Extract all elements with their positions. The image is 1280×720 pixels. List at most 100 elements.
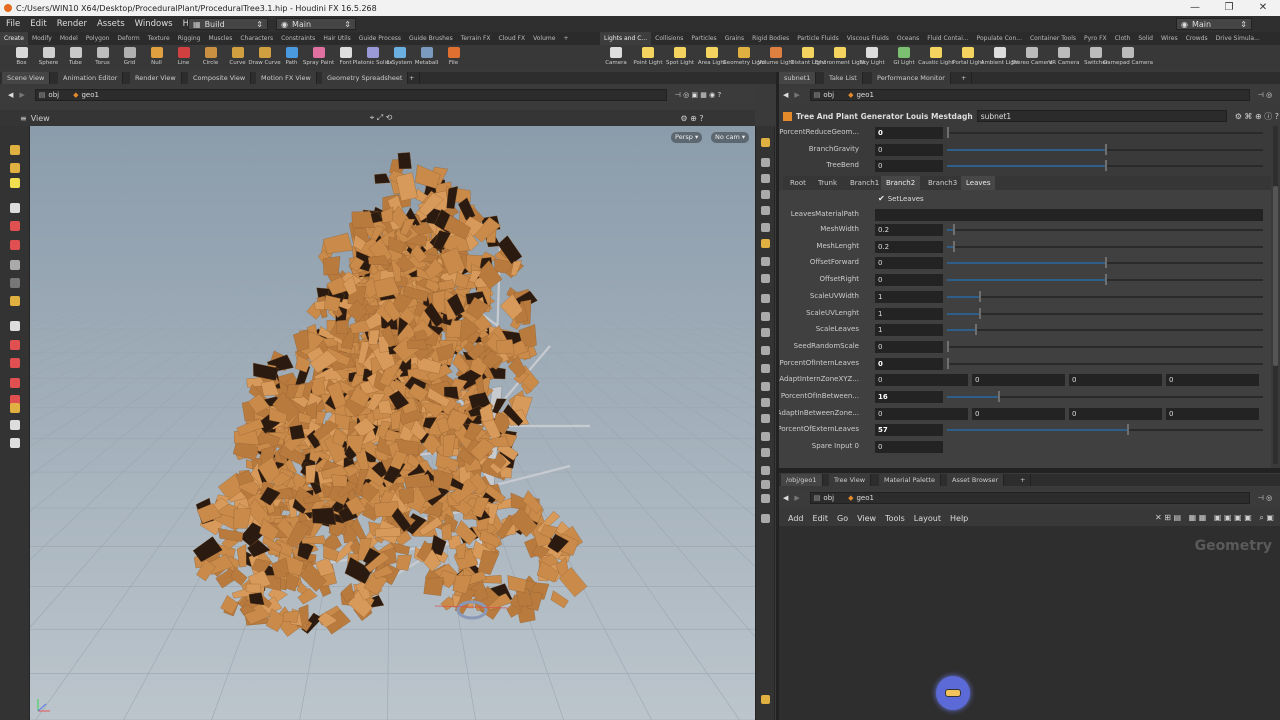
param-slider[interactable] bbox=[947, 160, 1263, 172]
slider-handle[interactable] bbox=[997, 391, 1000, 402]
tool-sphere[interactable]: Sphere bbox=[35, 45, 62, 66]
shelf-tab-grains[interactable]: Grains bbox=[721, 32, 748, 45]
net-menu-tools[interactable]: Tools bbox=[885, 514, 905, 523]
network-tools-icon[interactable]: ✕ ⊞ ▤ ▦ ▦ ▣ ▣ ▣ ▣ ⌕ ▣ bbox=[1155, 513, 1274, 523]
persp-dropdown[interactable]: Persp ▾ bbox=[671, 132, 703, 143]
tool-null[interactable]: Null bbox=[143, 45, 170, 66]
close-button[interactable]: ✕ bbox=[1246, 0, 1280, 16]
param-slider[interactable] bbox=[947, 357, 1263, 369]
tab-animation-editor[interactable]: Animation Editor bbox=[58, 72, 124, 84]
param-tab-root[interactable]: Root bbox=[785, 176, 811, 190]
shelf-tab-cloth[interactable]: Cloth bbox=[1111, 32, 1135, 45]
tab-obj-geo1[interactable]: /obj/geo1 bbox=[781, 474, 823, 486]
shelf-tab-cloud-fx[interactable]: Cloud FX bbox=[495, 32, 530, 45]
slider-handle[interactable] bbox=[1105, 143, 1107, 155]
param-value-field[interactable]: 0 bbox=[875, 257, 943, 270]
leaves-material-field[interactable] bbox=[875, 209, 1263, 221]
viewport-tool-16-icon[interactable] bbox=[10, 438, 20, 448]
param-slider[interactable] bbox=[947, 307, 1263, 319]
tab-asset-browser[interactable]: Asset Browser bbox=[947, 474, 1005, 486]
tool-geometry-light[interactable]: Geometry Light bbox=[723, 45, 765, 66]
shelf-tab-drive-simula[interactable]: Drive Simula... bbox=[1212, 32, 1264, 45]
display-option-4-icon[interactable] bbox=[761, 206, 770, 215]
slider-handle[interactable] bbox=[947, 340, 949, 352]
vector-field-1[interactable]: 0 bbox=[972, 374, 1065, 387]
slider-handle[interactable] bbox=[975, 324, 978, 336]
shelf-tab-guide-process[interactable]: Guide Process bbox=[355, 32, 405, 45]
net-menu-view[interactable]: View bbox=[857, 514, 876, 523]
shelf-tab-muscles[interactable]: Muscles bbox=[204, 32, 236, 45]
menu-file[interactable]: File bbox=[6, 19, 20, 29]
viewport-tool-5-icon[interactable] bbox=[10, 240, 20, 250]
path-obj-right[interactable]: obj bbox=[823, 91, 834, 99]
param-slider[interactable] bbox=[947, 324, 1263, 336]
viewport-tool-11-icon[interactable] bbox=[10, 358, 20, 368]
display-option-14-icon[interactable] bbox=[761, 382, 770, 391]
param-scrollbar[interactable] bbox=[1273, 126, 1278, 464]
display-option-16-icon[interactable] bbox=[761, 414, 770, 423]
param-value-field[interactable]: 0 bbox=[875, 143, 943, 156]
node-badge[interactable] bbox=[936, 676, 970, 710]
tool-grid[interactable]: Grid bbox=[116, 45, 143, 66]
shelf-tab-constraints[interactable]: Constraints bbox=[277, 32, 319, 45]
param-value-field[interactable]: 0 bbox=[875, 160, 943, 173]
display-option-5-icon[interactable] bbox=[761, 223, 770, 232]
tool-gamepad-camera[interactable]: Gamepad Camera bbox=[1103, 45, 1153, 66]
tab-motion-fx-view[interactable]: Motion FX View bbox=[256, 72, 317, 84]
param-value-field[interactable]: 0 bbox=[875, 340, 943, 353]
viewport-tool-0-icon[interactable] bbox=[10, 145, 20, 155]
shelf-tab-rigging[interactable]: Rigging bbox=[174, 32, 205, 45]
shelf-tab-wires[interactable]: Wires bbox=[1157, 32, 1182, 45]
viewport-tool-15-icon[interactable] bbox=[10, 420, 20, 430]
tool-spray-paint[interactable]: Spray Paint bbox=[303, 45, 334, 66]
path-obj[interactable]: obj bbox=[48, 91, 59, 99]
slider-handle[interactable] bbox=[953, 224, 956, 235]
display-option-11-icon[interactable] bbox=[761, 328, 770, 337]
param-value-field[interactable]: 1 bbox=[875, 307, 943, 320]
viewport-tool-14-icon[interactable] bbox=[10, 403, 20, 413]
tool-point-light[interactable]: Point Light bbox=[632, 45, 664, 66]
tool-draw-curve[interactable]: Draw Curve bbox=[248, 45, 281, 66]
pane-divider[interactable] bbox=[776, 72, 779, 720]
display-option-19-icon[interactable] bbox=[761, 466, 770, 475]
net-path-geo[interactable]: geo1 bbox=[856, 494, 874, 502]
maximize-button[interactable]: ❐ bbox=[1212, 0, 1246, 16]
display-option-6-icon[interactable] bbox=[761, 239, 770, 248]
viewport-tool-1-icon[interactable] bbox=[10, 163, 20, 173]
param-slider[interactable] bbox=[947, 143, 1263, 155]
tab-take-list[interactable]: Take List bbox=[824, 72, 863, 84]
shelf-tab-pyro-fx[interactable]: Pyro FX bbox=[1080, 32, 1111, 45]
shelf-tab-modify[interactable]: Modify bbox=[28, 32, 56, 45]
viewport-tool-4-icon[interactable] bbox=[10, 221, 20, 231]
shelf-tab-volume[interactable]: Volume bbox=[529, 32, 559, 45]
display-option-20-icon[interactable] bbox=[761, 480, 770, 489]
shelf-tab-texture[interactable]: Texture bbox=[144, 32, 174, 45]
tab-tree-view[interactable]: Tree View bbox=[829, 474, 872, 486]
tab-performance-monitor[interactable]: Performance Monitor bbox=[872, 72, 951, 84]
pin-icon[interactable]: ⊣ ◎ bbox=[1258, 91, 1272, 99]
vector-field-2[interactable]: 0 bbox=[1069, 407, 1162, 420]
path-geo-right[interactable]: geo1 bbox=[856, 91, 874, 99]
tool-l-system[interactable]: L-System bbox=[386, 45, 413, 66]
tab-geometry-spreadsheet[interactable]: Geometry Spreadsheet bbox=[322, 72, 409, 84]
param-value-field[interactable]: 0.2 bbox=[875, 224, 943, 236]
shelf-tab-particles[interactable]: Particles bbox=[687, 32, 720, 45]
param-slider[interactable] bbox=[947, 391, 1263, 402]
param-tab-branch1[interactable]: Branch1 bbox=[845, 176, 884, 190]
pin-icon[interactable]: ⊣ ◎ bbox=[1258, 494, 1272, 502]
slider-handle[interactable] bbox=[1105, 160, 1107, 172]
forward-arrow-icon[interactable]: ▶ bbox=[794, 494, 799, 502]
viewport-tool-8-icon[interactable] bbox=[10, 296, 20, 306]
vector-field-2[interactable]: 0 bbox=[1069, 374, 1162, 387]
shelf-tab-collisions[interactable]: Collisions bbox=[651, 32, 687, 45]
network-editor[interactable]: Geometry bbox=[779, 510, 1280, 720]
display-option-1-icon[interactable] bbox=[761, 158, 770, 167]
add-tab-icon[interactable]: + bbox=[404, 72, 421, 84]
param-value-field[interactable]: 0.2 bbox=[875, 240, 943, 253]
display-option-7-icon[interactable] bbox=[761, 257, 770, 266]
setleaves-toggle[interactable]: ✔ SetLeaves bbox=[878, 194, 924, 203]
shelf-tab-rigid-bodies[interactable]: Rigid Bodies bbox=[748, 32, 793, 45]
net-menu-layout[interactable]: Layout bbox=[914, 514, 941, 523]
tab-material-palette[interactable]: Material Palette bbox=[879, 474, 941, 486]
shelf-tab-hair-utils[interactable]: Hair Utils bbox=[319, 32, 354, 45]
